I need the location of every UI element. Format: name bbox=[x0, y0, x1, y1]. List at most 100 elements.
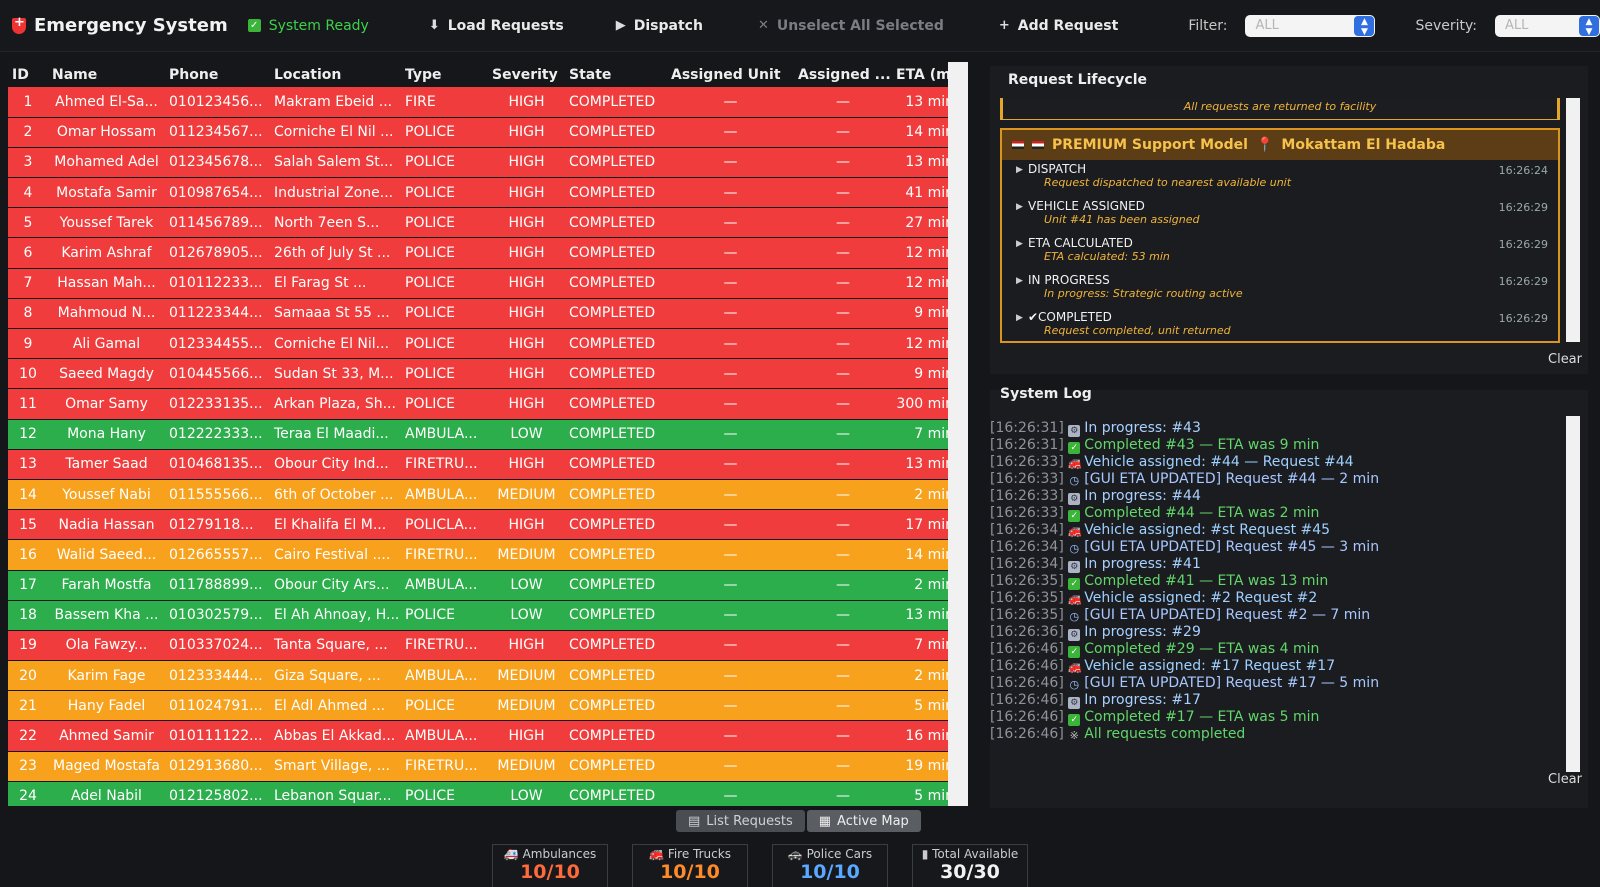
log-clear-button[interactable]: Clear bbox=[1548, 772, 1582, 787]
lifecycle-scrollbar[interactable] bbox=[1566, 98, 1580, 342]
cell-name: Mohamed Adel bbox=[48, 147, 165, 179]
table-scrollbar[interactable] bbox=[948, 62, 968, 806]
cell-assigned-other: — bbox=[794, 419, 892, 450]
severity-label: Severity: bbox=[1415, 17, 1477, 34]
lifecycle-clear-button[interactable]: Clear bbox=[1548, 352, 1582, 367]
column-header-name[interactable]: Name bbox=[48, 62, 165, 87]
lifecycle-event[interactable]: ▶ IN PROGRESS In progress: Strategic routi… bbox=[1002, 271, 1558, 308]
table-row[interactable]: 13 Tamer Saad 010468135... Obour City Ind..… bbox=[8, 449, 968, 480]
cell-severity: MEDIUM bbox=[488, 479, 565, 511]
log-scrollbar[interactable] bbox=[1566, 416, 1580, 772]
table-row[interactable]: 12 Mona Hany 012222333... Teraa El Maadi...… bbox=[8, 419, 968, 450]
log-timestamp: [16:26:33] bbox=[990, 488, 1064, 504]
table-row[interactable]: 8 Mahmoud N... 011223344... Samaaa St 55 ..… bbox=[8, 298, 968, 330]
tab-active-map[interactable]: ▦ Active Map bbox=[806, 810, 921, 832]
log-timestamp: [16:26:46] bbox=[990, 709, 1064, 725]
cell-assigned-other: — bbox=[794, 449, 892, 480]
column-header-location[interactable]: Location bbox=[270, 62, 401, 87]
table-row[interactable]: 15 Nadia Hassan 01279118... El Khalifa El M… bbox=[8, 509, 968, 541]
table-row[interactable]: 21 Hany Fadel 011024791... El Adl Ahmed ...… bbox=[8, 690, 968, 722]
cell-id: 9 bbox=[8, 328, 48, 360]
event-title: ETA CALCULATED bbox=[1028, 236, 1133, 250]
lifecycle-event[interactable]: ▶ VEHICLE ASSIGNED Unit #41 has been assig… bbox=[1002, 197, 1558, 234]
table-row[interactable]: 11 Omar Samy 012233135... Arkan Plaza, Sh..… bbox=[8, 388, 968, 420]
column-header-severity[interactable]: Severity bbox=[488, 62, 565, 87]
cell-assigned-other: — bbox=[794, 87, 892, 118]
cell-state: COMPLETED bbox=[565, 268, 667, 299]
log-prog-icon: ⚙ bbox=[1068, 697, 1081, 709]
table-row[interactable]: 24 Adel Nabil 012125802... Lebanon Squar...… bbox=[8, 781, 968, 806]
table-row[interactable]: 6 Karim Ashraf 012678905... 26th of July St… bbox=[8, 237, 968, 269]
chevron-updown-icon: ▲ ▼ bbox=[1354, 15, 1375, 37]
cell-state: COMPLETED bbox=[565, 147, 667, 179]
log-text: Completed #17 — ETA was 5 min bbox=[1084, 709, 1320, 725]
cell-phone: 010112233... bbox=[165, 268, 270, 299]
cell-name: Ali Gamal bbox=[48, 328, 165, 360]
column-header-phone[interactable]: Phone bbox=[165, 62, 270, 87]
cell-assigned-other: — bbox=[794, 177, 892, 209]
lifecycle-event[interactable]: ▶ ETA CALCULATED ETA calculated: 53 min 16:… bbox=[1002, 234, 1558, 271]
lifecycle-event[interactable]: ▶ DISPATCH Request dispatched to nearest a… bbox=[1002, 160, 1558, 197]
lifecycle-event[interactable]: ▶ ✔COMPLETED Request completed, unit retur… bbox=[1002, 308, 1558, 345]
cell-phone: 011024791... bbox=[165, 690, 270, 722]
toolbar: Emergency System ✓ System Ready ⬇ Load R… bbox=[0, 0, 1600, 52]
table-row[interactable]: 1 Ahmed El-Sa... 010123456... Makram Ebeid … bbox=[8, 87, 968, 118]
app-title-area: Emergency System bbox=[0, 15, 233, 36]
cell-id: 13 bbox=[8, 449, 48, 480]
cell-type: POLICE bbox=[401, 358, 488, 390]
cell-phone: 011234567... bbox=[165, 117, 270, 148]
cell-assigned-unit: — bbox=[667, 117, 794, 148]
add-request-button[interactable]: + Add Request bbox=[999, 18, 1118, 34]
caret-right-icon: ▶ bbox=[1016, 313, 1023, 323]
column-header-state[interactable]: State bbox=[565, 62, 667, 87]
log-timestamp: [16:26:46] bbox=[990, 692, 1064, 708]
severity-select[interactable]: ALL ▲ ▼ bbox=[1495, 14, 1600, 37]
cell-location: Smart Village, ... bbox=[270, 751, 401, 782]
log-text: [GUI ETA UPDATED] Request #44 — 2 min bbox=[1084, 471, 1380, 487]
load-requests-button[interactable]: ⬇ Load Requests bbox=[429, 18, 564, 34]
table-row[interactable]: 3 Mohamed Adel 012345678... Salah Salem St.… bbox=[8, 147, 968, 179]
table-row[interactable]: 10 Saeed Magdy 010445566... Sudan St 33, M.… bbox=[8, 358, 968, 390]
cell-state: COMPLETED bbox=[565, 479, 667, 511]
table-row[interactable]: 7 Hassan Mah... 010112233... El Farag St ..… bbox=[8, 268, 968, 299]
cell-id: 14 bbox=[8, 479, 48, 511]
column-header-assigned-unit[interactable]: Assigned Unit bbox=[667, 62, 794, 87]
table-row[interactable]: 18 Bassem Kha ... 010302579... El Ah Ahnoay… bbox=[8, 600, 968, 631]
table-row[interactable]: 16 Walid Saeed... 012665557... Cairo Festiv… bbox=[8, 539, 968, 571]
filter-select[interactable]: ALL ▲ ▼ bbox=[1245, 14, 1376, 37]
cell-assigned-unit: — bbox=[667, 237, 794, 269]
log-line: [16:26:34] ⚙ In progress: #41 bbox=[990, 556, 1566, 573]
event-description: In progress: Strategic routing active bbox=[1044, 287, 1243, 300]
filter-select-value: ALL bbox=[1255, 18, 1279, 33]
table-row[interactable]: 17 Farah Mostfa 011788899... Obour City Ars… bbox=[8, 570, 968, 601]
table-row[interactable]: 14 Youssef Nabi 011555566... 6th of October… bbox=[8, 479, 968, 511]
log-prog-icon: ⚙ bbox=[1068, 425, 1081, 437]
unselect-all-button[interactable]: ✕ Unselect All Selected bbox=[758, 18, 944, 34]
log-eta-icon: ◷ bbox=[1069, 474, 1080, 487]
cell-phone: 010302579... bbox=[165, 600, 270, 631]
location-pin-icon: 📍 bbox=[1255, 137, 1274, 153]
cell-state: COMPLETED bbox=[565, 751, 667, 782]
cell-location: 6th of October ... bbox=[270, 479, 401, 511]
column-header-type[interactable]: Type bbox=[401, 62, 488, 87]
column-header-id[interactable]: ID bbox=[8, 62, 48, 87]
log-timestamp: [16:26:34] bbox=[990, 522, 1064, 538]
table-row[interactable]: 20 Karim Fage 012333444... Giza Square, ...… bbox=[8, 660, 968, 692]
cell-state: COMPLETED bbox=[565, 690, 667, 722]
cell-assigned-unit: — bbox=[667, 751, 794, 782]
tab-list-requests[interactable]: ▤ List Requests bbox=[676, 810, 805, 832]
table-row[interactable]: 19 Ola Fawzy... 010337024... Tanta Square, … bbox=[8, 630, 968, 662]
column-header-assigned-other[interactable]: Assigned ... bbox=[794, 62, 892, 87]
table-row[interactable]: 9 Ali Gamal 012334455... Corniche El Nil...… bbox=[8, 328, 968, 360]
dispatch-button[interactable]: ▶ Dispatch bbox=[616, 18, 703, 34]
table-row[interactable]: 22 Ahmed Samir 010111122... Abbas El Akkad.… bbox=[8, 720, 968, 752]
lifecycle-card[interactable]: PREMIUM Support Model 📍 Mokattam El Hada… bbox=[1000, 128, 1560, 343]
table-row[interactable]: 4 Mostafa Samir 010987654... Industrial Zon… bbox=[8, 177, 968, 209]
cell-state: COMPLETED bbox=[565, 660, 667, 692]
log-line: [16:26:33] ⚙ In progress: #44 bbox=[990, 488, 1566, 505]
table-row[interactable]: 5 Youssef Tarek 011456789... North 7een S..… bbox=[8, 207, 968, 239]
cell-state: COMPLETED bbox=[565, 539, 667, 571]
table-row[interactable]: 23 Maged Mostafa 012913680... Smart Village… bbox=[8, 751, 968, 782]
log-line: [16:26:35] 🚒 Vehicle assigned: #2 Request… bbox=[990, 590, 1566, 607]
table-row[interactable]: 2 Omar Hossam 011234567... Corniche El Nil … bbox=[8, 117, 968, 148]
